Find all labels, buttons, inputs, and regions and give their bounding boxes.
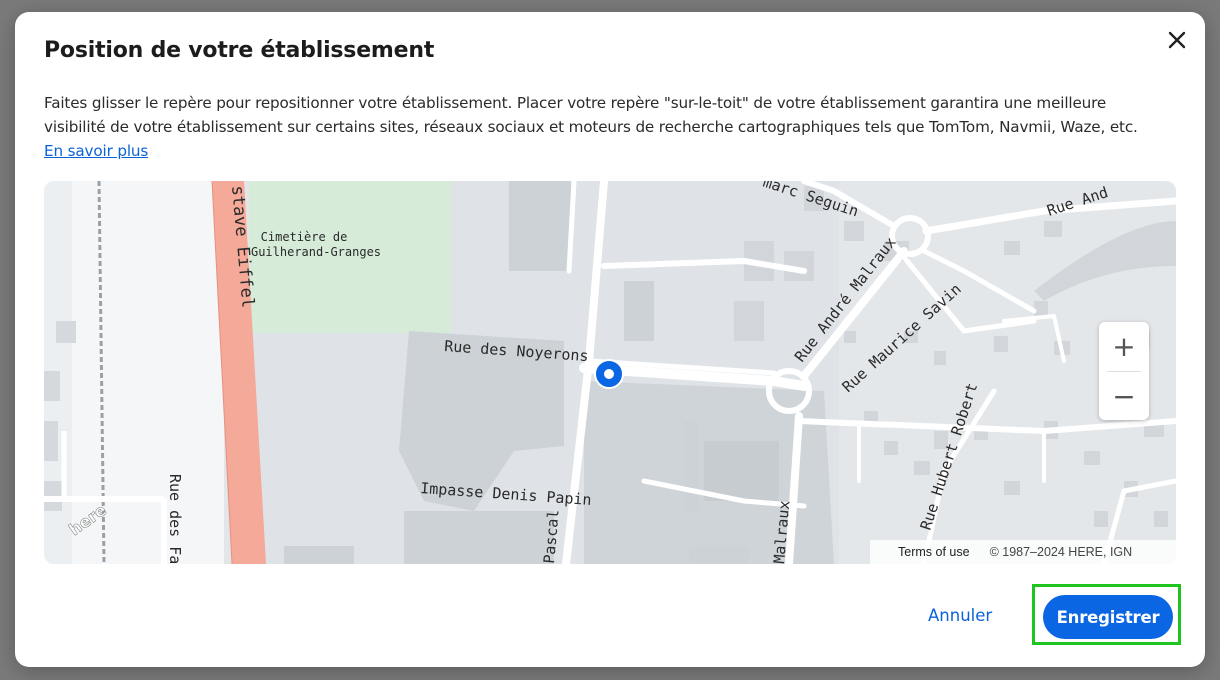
cancel-button[interactable]: Annuler — [928, 606, 992, 625]
save-button[interactable]: Enregistrer — [1043, 595, 1173, 639]
zoom-out-button[interactable]: − — [1099, 372, 1149, 420]
map-label-cemetery-1: Cimetière de — [261, 230, 348, 244]
map-label-cemetery-2: Guilherand-Granges — [251, 245, 381, 259]
zoom-control: + − — [1099, 322, 1149, 420]
zoom-in-button[interactable]: + — [1099, 322, 1149, 370]
map-attribution: Terms of use © 1987–2024 HERE, IGN — [870, 540, 1176, 564]
learn-more-link[interactable]: En savoir plus — [44, 142, 148, 160]
dialog-title: Position de votre établissement — [44, 38, 435, 63]
map-view[interactable]: Cimetière de Guilherand-Granges Rue des … — [44, 181, 1176, 564]
map-label-rue-des-fa: Rue des Fa — [166, 474, 184, 564]
terms-of-use-link[interactable]: Terms of use — [898, 545, 970, 559]
description-text: Faites glisser le repère pour reposition… — [44, 94, 1138, 136]
dialog-description: Faites glisser le repère pour reposition… — [44, 91, 1154, 163]
map-copyright: © 1987–2024 HERE, IGN — [989, 545, 1133, 559]
location-marker-icon[interactable] — [594, 359, 624, 389]
close-icon[interactable] — [1165, 28, 1189, 52]
location-dialog: Position de votre établissement Faites g… — [15, 12, 1205, 667]
